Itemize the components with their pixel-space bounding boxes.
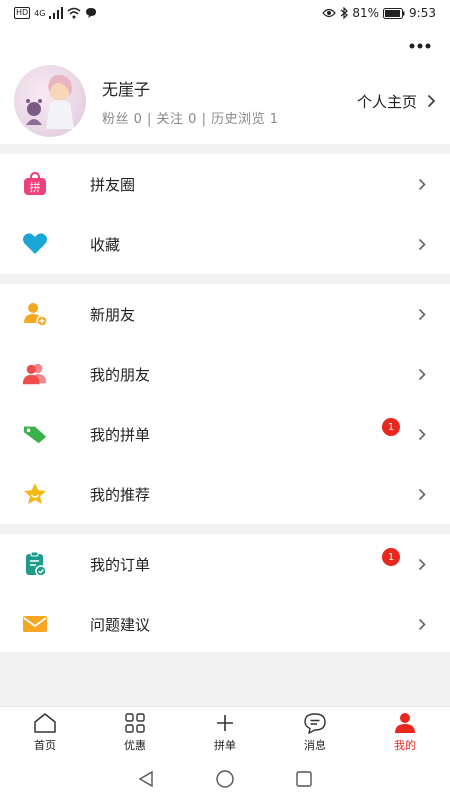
chevron-right-icon	[427, 94, 436, 108]
network-indicator: 4G	[34, 8, 46, 18]
tab-messages[interactable]: 消息	[270, 707, 360, 758]
tab-deals[interactable]: 优惠	[90, 707, 180, 758]
wifi-icon	[68, 7, 81, 19]
menu-item-label: 新朋友	[90, 305, 136, 324]
tab-label: 拼单	[214, 739, 236, 752]
tab-label: 消息	[304, 739, 326, 752]
profile-header[interactable]: 无崖子 粉丝 0 | 关注 0 | 历史浏览 1 个人主页	[0, 64, 450, 138]
menu-item-label: 拼友圈	[90, 175, 136, 194]
menu-item-my-friends[interactable]: 我的朋友	[0, 344, 450, 404]
menu-item-my-recommendations[interactable]: 我的推荐	[0, 464, 450, 524]
order-clipboard-icon	[22, 551, 48, 577]
menu-item-my-group-orders[interactable]: 我的拼单 1	[0, 404, 450, 464]
plus-icon	[217, 715, 233, 731]
status-right: 81% 9:53	[322, 6, 436, 20]
heart-icon	[22, 231, 48, 257]
chat-bubble-icon	[86, 8, 97, 18]
menu-item-label: 我的订单	[90, 555, 151, 574]
mail-icon	[22, 611, 48, 637]
menu-item-new-friends[interactable]: 新朋友	[0, 284, 450, 344]
menu-item-label: 我的推荐	[90, 485, 151, 504]
profile-text: 无崖子 粉丝 0 | 关注 0 | 历史浏览 1	[102, 76, 357, 127]
menu-item-label: 收藏	[90, 235, 121, 254]
message-icon	[304, 713, 326, 734]
menu-item-label: 我的朋友	[90, 365, 151, 384]
chevron-right-icon	[416, 367, 428, 381]
section-divider	[0, 144, 450, 154]
menu-item-favorites[interactable]: 收藏	[0, 214, 450, 274]
eye-icon	[322, 8, 337, 18]
chevron-right-icon	[416, 177, 428, 191]
user-icon	[395, 713, 415, 733]
more-options-button[interactable]	[408, 36, 432, 56]
chevron-right-icon	[416, 617, 428, 631]
chevron-right-icon	[416, 307, 428, 321]
back-triangle-icon[interactable]	[137, 770, 155, 788]
more-dots-icon	[409, 43, 431, 49]
star-icon	[22, 481, 48, 507]
menu-item-my-orders[interactable]: 我的订单 1	[0, 534, 450, 594]
tab-home[interactable]: 首页	[0, 707, 90, 758]
menu-item-label: 问题建议	[90, 615, 151, 634]
battery-icon	[383, 7, 405, 19]
avatar-illustration-icon	[26, 74, 74, 129]
bottom-spacer	[0, 652, 450, 706]
clock: 9:53	[409, 6, 436, 20]
status-bar: HD 4G 81% 9:53	[0, 0, 450, 26]
profile-stats: 粉丝 0 | 关注 0 | 历史浏览 1	[102, 111, 279, 127]
pin-friend-circle-icon: 拼	[22, 171, 48, 197]
add-friend-icon	[22, 301, 48, 327]
bottom-tab-bar: 首页 优惠 拼单 消息 我的	[0, 706, 450, 758]
svg-text:拼: 拼	[30, 180, 41, 194]
grid-icon	[125, 713, 145, 733]
section-divider	[0, 524, 450, 534]
tab-label: 首页	[34, 739, 56, 752]
menu-item-feedback[interactable]: 问题建议	[0, 594, 450, 654]
signal-icon	[49, 7, 64, 19]
home-circle-icon[interactable]	[215, 769, 235, 789]
tab-label: 优惠	[124, 739, 146, 752]
menu-item-label: 我的拼单	[90, 425, 151, 444]
chevron-right-icon	[416, 487, 428, 501]
notification-badge: 1	[382, 548, 400, 566]
hd-indicator: HD	[14, 7, 31, 19]
status-left: HD 4G	[14, 7, 97, 19]
notification-badge: 1	[382, 418, 400, 436]
menu-item-pin-friend-circle[interactable]: 拼 拼友圈	[0, 154, 450, 214]
battery-percent: 81%	[352, 6, 380, 20]
section-divider	[0, 274, 450, 284]
home-icon	[34, 713, 56, 733]
tab-group-buy[interactable]: 拼单	[180, 707, 270, 758]
chevron-right-icon	[416, 427, 428, 441]
tab-label: 我的	[394, 739, 416, 752]
tag-icon	[22, 421, 48, 447]
bluetooth-icon	[340, 7, 349, 19]
recents-square-icon[interactable]	[295, 770, 313, 788]
chevron-right-icon	[416, 557, 428, 571]
personal-homepage-label: 个人主页	[356, 92, 417, 111]
username: 无崖子	[102, 79, 151, 99]
personal-homepage-link[interactable]: 个人主页	[357, 91, 436, 112]
tab-mine[interactable]: 我的	[360, 707, 450, 758]
avatar[interactable]	[14, 65, 86, 137]
chevron-right-icon	[416, 237, 428, 251]
friends-icon	[22, 361, 48, 387]
system-navigation-bar	[0, 758, 450, 800]
